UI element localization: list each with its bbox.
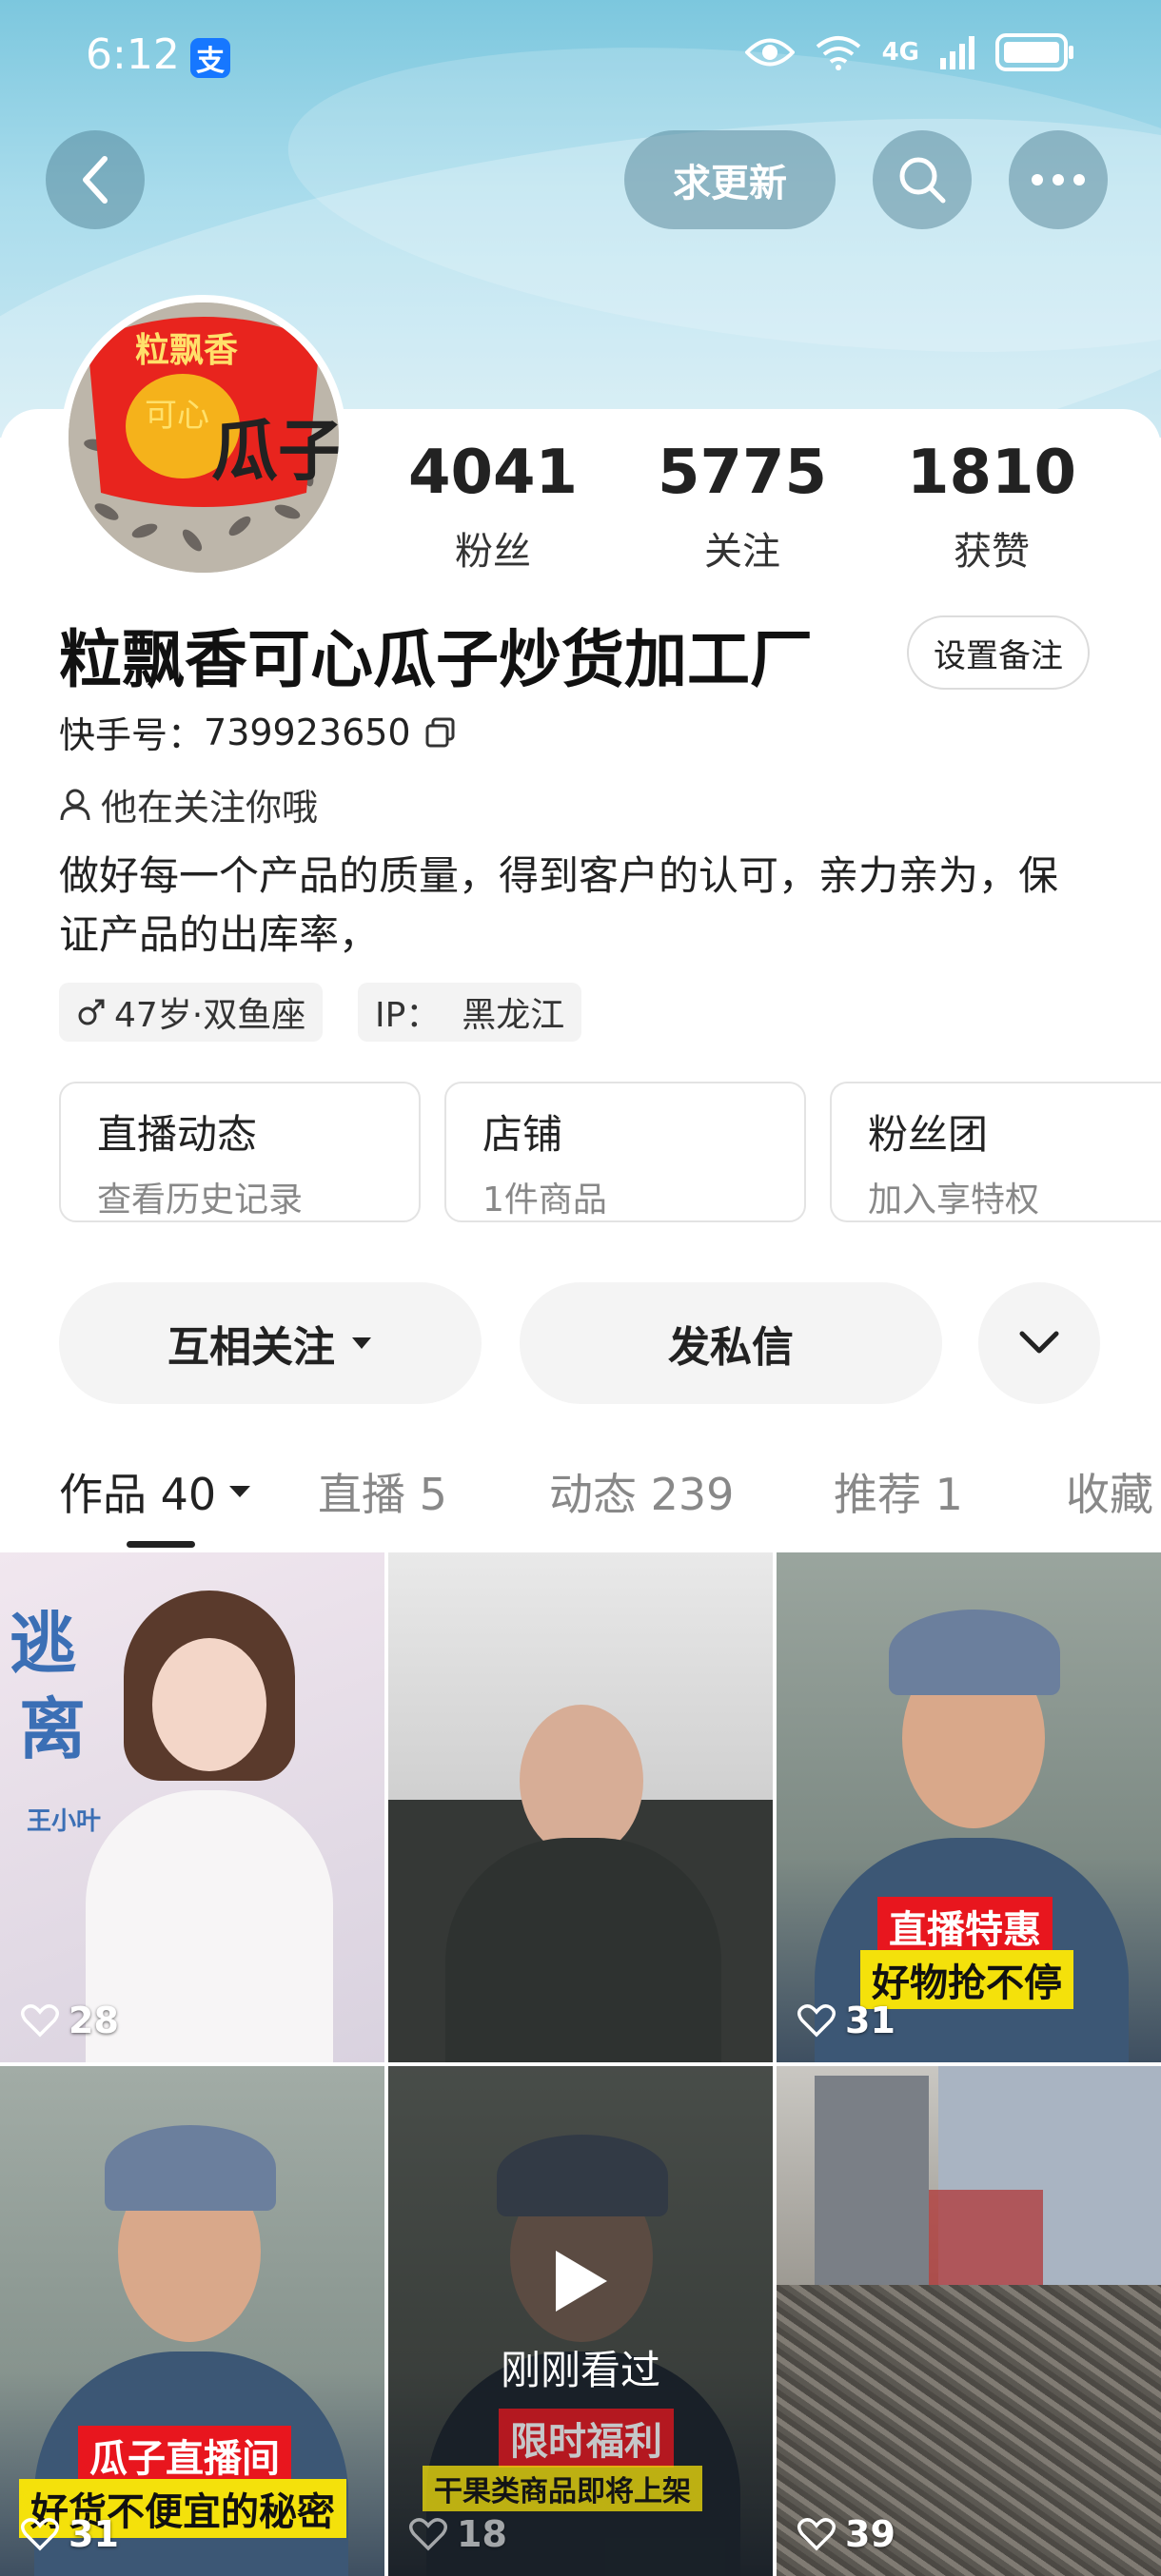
recently-watched-label: 刚刚看过	[500, 2347, 660, 2393]
video-likes: 39	[797, 2513, 895, 2555]
stat-value: 4041	[407, 438, 579, 508]
video-grid: 逃 离 王小叶 28 直播特惠 好物抢不停 31 瓜子直播间 好货不便宜的秘密 …	[0, 1552, 1161, 2576]
status-icons: 4G	[744, 32, 1075, 72]
shop-card[interactable]: 店铺 1件商品	[444, 1082, 806, 1222]
follows-you-note: 他在关注你哦	[59, 778, 318, 830]
likes-count: 28	[69, 2000, 119, 2041]
stat-value: 5775	[657, 438, 828, 508]
info-card-subtitle: 查看历史记录	[97, 1181, 304, 1220]
profile-bio: 做好每一个产品的质量，得到客户的认可，亲力亲为，保证产品的出库率，	[59, 852, 1059, 958]
more-button[interactable]	[1009, 130, 1108, 229]
heart-icon	[797, 2518, 836, 2551]
profile-name: 粒飘香可心瓜子炒货加工厂	[59, 623, 813, 696]
video-tile[interactable]: 直播特惠 好物抢不停 31	[777, 1552, 1161, 2062]
age-zodiac-tag: 47岁·双鱼座	[59, 983, 324, 1042]
search-button[interactable]	[873, 130, 972, 229]
kuaishou-id-value: 739923650	[204, 711, 411, 753]
stat-following[interactable]: 5775 关注	[647, 442, 837, 576]
likes-count: 31	[845, 2000, 895, 2041]
search-icon	[899, 157, 946, 204]
status-time: 6:12	[86, 30, 180, 79]
alipay-icon: 支	[190, 38, 230, 78]
video-tile[interactable]: 刚刚看过 限时福利 干果类商品即将上架 18	[388, 2066, 773, 2576]
tab-live[interactable]: 直播 5	[318, 1460, 447, 1523]
caret-down-icon	[352, 1337, 371, 1349]
ip-location-tag: IP： 黑龙江	[358, 983, 582, 1042]
heart-icon	[409, 2518, 447, 2551]
live-history-card[interactable]: 直播动态 查看历史记录	[59, 1082, 421, 1222]
video-tile[interactable]: 逃 离 王小叶 28	[0, 1552, 384, 2062]
play-icon	[556, 2251, 607, 2312]
stat-likes[interactable]: 1810 获赞	[896, 442, 1087, 576]
request-update-button[interactable]: 求更新	[624, 130, 836, 229]
heart-icon	[21, 2004, 59, 2038]
back-button[interactable]	[46, 130, 145, 229]
likes-count: 18	[457, 2513, 507, 2555]
tab-favorites[interactable]: 收藏	[1066, 1460, 1153, 1523]
male-icon	[78, 999, 105, 1025]
ip-location-text: IP： 黑龙江	[375, 996, 565, 1035]
likes-count: 31	[69, 2513, 119, 2555]
avatar[interactable]: 粒飘香 可心 瓜子	[61, 295, 346, 580]
active-tab-indicator	[127, 1541, 195, 1548]
signal-icon	[940, 36, 974, 69]
stat-label: 获赞	[954, 530, 1030, 574]
stat-fans[interactable]: 4041 粉丝	[398, 442, 588, 576]
network-type: 4G	[881, 38, 919, 67]
video-caption: 限时福利	[499, 2409, 674, 2468]
more-dots-icon	[1032, 174, 1085, 185]
video-tile[interactable]: 39	[777, 2066, 1161, 2576]
video-likes: 28	[21, 2000, 119, 2041]
video-likes: 31	[21, 2513, 119, 2555]
copy-icon[interactable]	[424, 716, 457, 749]
wifi-icon	[816, 36, 860, 70]
info-card-title: 店铺	[482, 1111, 563, 1158]
video-tile[interactable]	[388, 1552, 773, 2062]
kuaishou-id-row: 快手号： 739923650	[59, 706, 457, 758]
stat-label: 关注	[704, 530, 780, 574]
age-zodiac-text: 47岁·双鱼座	[114, 996, 306, 1035]
avatar-brand-text: 粒飘香	[135, 331, 238, 370]
heart-icon	[797, 2004, 836, 2038]
sunflower-seed-bag-image: 粒飘香 可心 瓜子	[69, 302, 339, 573]
avatar-sub-text: 可心	[145, 397, 209, 435]
video-caption: 王小叶	[27, 1807, 102, 1836]
fan-club-card[interactable]: 粉丝团 加入享特权	[830, 1082, 1161, 1222]
expand-button[interactable]	[978, 1282, 1100, 1404]
set-remark-button[interactable]: 设置备注	[907, 615, 1090, 690]
caret-down-icon	[229, 1486, 251, 1497]
tab-recommend[interactable]: 推荐 1	[834, 1460, 963, 1523]
send-message-button[interactable]: 发私信	[520, 1282, 942, 1404]
kuaishou-id-label: 快手号：	[59, 714, 205, 756]
video-caption: 瓜子直播间	[78, 2426, 291, 2485]
heart-icon	[21, 2518, 59, 2551]
follows-you-text: 他在关注你哦	[101, 787, 319, 829]
chevron-left-icon	[83, 156, 108, 204]
stat-value: 1810	[906, 438, 1077, 508]
battery-icon	[995, 33, 1073, 71]
tab-label: 作品 40	[59, 1469, 217, 1520]
video-caption: 直播特惠	[877, 1897, 1053, 1956]
video-caption: 干果类商品即将上架	[423, 2466, 702, 2511]
tab-works[interactable]: 作品 40	[59, 1460, 252, 1523]
tab-moments[interactable]: 动态 239	[549, 1460, 734, 1523]
info-card-title: 粉丝团	[868, 1111, 989, 1158]
chevron-down-icon	[1019, 1331, 1059, 1354]
person-icon	[60, 789, 90, 820]
video-tile[interactable]: 瓜子直播间 好货不便宜的秘密 31	[0, 2066, 384, 2576]
info-card-title: 直播动态	[97, 1111, 258, 1158]
mutual-follow-button[interactable]: 互相关注	[59, 1282, 482, 1404]
eye-icon	[744, 38, 795, 67]
video-likes: 18	[409, 2513, 507, 2555]
video-likes: 31	[797, 2000, 895, 2041]
info-card-subtitle: 加入享特权	[868, 1181, 1040, 1220]
mutual-follow-label: 互相关注	[167, 1323, 335, 1372]
avatar-product-text: 瓜子	[211, 411, 339, 490]
info-card-subtitle: 1件商品	[482, 1181, 607, 1220]
stat-label: 粉丝	[455, 530, 531, 574]
likes-count: 39	[845, 2513, 895, 2555]
status-bar: 6:12 支 4G	[0, 0, 1161, 114]
